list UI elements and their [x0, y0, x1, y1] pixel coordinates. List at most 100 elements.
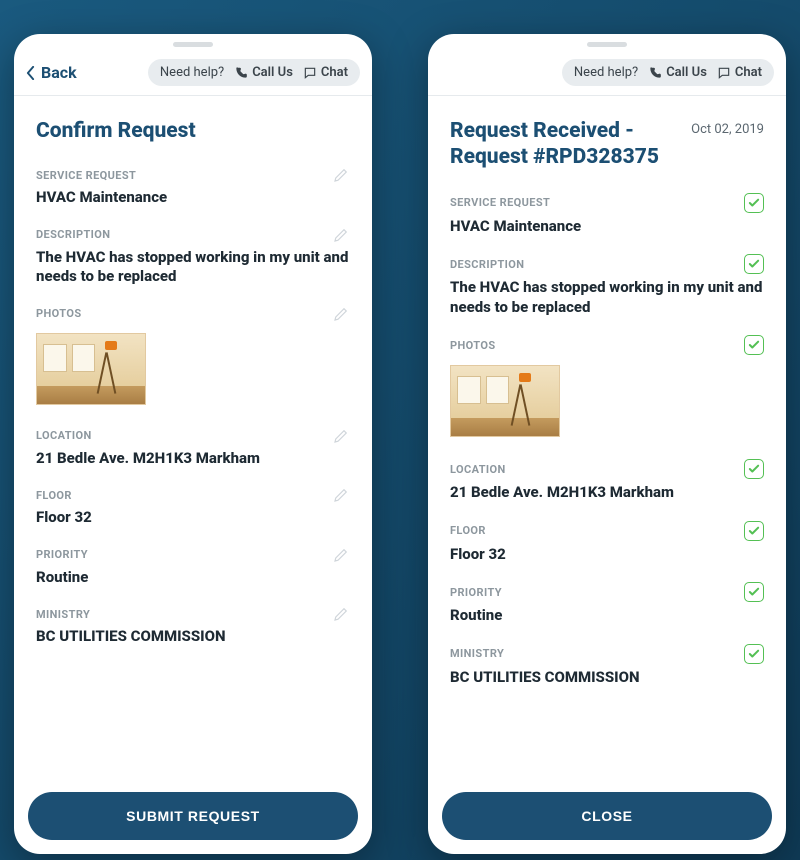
check-service-request — [744, 193, 764, 213]
pencil-icon — [332, 427, 350, 445]
photo-thumbnail[interactable] — [450, 365, 560, 437]
page-title: Request Received - Request #RPD328375 — [450, 118, 680, 171]
label-priority: PRIORITY — [36, 548, 88, 561]
chevron-left-icon — [26, 66, 35, 80]
pencil-icon — [332, 305, 350, 323]
call-us-label: Call Us — [666, 65, 707, 80]
value-priority: Routine — [36, 568, 350, 588]
chat-label: Chat — [321, 65, 348, 80]
check-icon — [748, 649, 760, 659]
label-ministry: MINISTRY — [36, 608, 90, 621]
check-location — [744, 459, 764, 479]
call-us-label: Call Us — [252, 65, 293, 80]
edit-ministry-button[interactable] — [332, 605, 350, 623]
section-location: LOCATION 21 Bedle Ave. M2H1K3 Markham — [36, 427, 350, 469]
check-priority — [744, 582, 764, 602]
value-description: The HVAC has stopped working in my unit … — [36, 248, 350, 287]
phone-received: Need help? Call Us Chat Request Received… — [428, 34, 786, 854]
close-button[interactable]: CLOSE — [442, 792, 772, 840]
check-ministry — [744, 644, 764, 664]
check-floor — [744, 521, 764, 541]
section-ministry: MINISTRY BC UTILITIES COMMISSION — [36, 605, 350, 647]
value-floor: Floor 32 — [450, 545, 764, 565]
value-ministry: BC UTILITIES COMMISSION — [450, 668, 764, 688]
section-ministry: MINISTRY BC UTILITIES COMMISSION — [450, 644, 764, 688]
value-floor: Floor 32 — [36, 508, 350, 528]
content-received: Request Received - Request #RPD328375 Oc… — [428, 96, 786, 778]
section-photos: PHOTOS — [36, 305, 350, 409]
check-icon — [748, 259, 760, 269]
label-photos: PHOTOS — [450, 339, 496, 352]
section-floor: FLOOR Floor 32 — [450, 521, 764, 565]
label-floor: FLOOR — [36, 489, 72, 502]
chat-label: Chat — [735, 65, 762, 80]
help-chip: Need help? Call Us Chat — [148, 59, 360, 86]
label-service-request: SERVICE REQUEST — [450, 196, 550, 209]
label-photos: PHOTOS — [36, 307, 82, 320]
top-bar: Need help? Call Us Chat — [428, 50, 786, 96]
value-location: 21 Bedle Ave. M2H1K3 Markham — [36, 449, 350, 469]
check-icon — [748, 198, 760, 208]
pencil-icon — [332, 226, 350, 244]
check-icon — [748, 464, 760, 474]
pencil-icon — [332, 605, 350, 623]
edit-location-button[interactable] — [332, 427, 350, 445]
help-chip: Need help? Call Us Chat — [562, 59, 774, 86]
chat-button[interactable]: Chat — [717, 65, 762, 80]
edit-service-request-button[interactable] — [332, 166, 350, 184]
call-us-button[interactable]: Call Us — [234, 65, 293, 80]
chat-button[interactable]: Chat — [303, 65, 348, 80]
footer: SUBMIT REQUEST — [14, 778, 372, 854]
page-title: Confirm Request — [36, 118, 350, 144]
section-description: DESCRIPTION The HVAC has stopped working… — [450, 254, 764, 317]
edit-priority-button[interactable] — [332, 546, 350, 564]
phone-notch — [173, 42, 213, 47]
label-location: LOCATION — [36, 429, 92, 442]
pencil-icon — [332, 486, 350, 504]
value-service-request: HVAC Maintenance — [450, 217, 764, 237]
edit-photos-button[interactable] — [332, 305, 350, 323]
call-us-button[interactable]: Call Us — [648, 65, 707, 80]
photo-thumbnail[interactable] — [36, 333, 146, 405]
label-ministry: MINISTRY — [450, 647, 504, 660]
section-service-request: SERVICE REQUEST HVAC Maintenance — [450, 193, 764, 237]
request-date: Oct 02, 2019 — [691, 118, 764, 137]
phone-icon — [648, 66, 662, 80]
section-priority: PRIORITY Routine — [450, 582, 764, 626]
edit-description-button[interactable] — [332, 226, 350, 244]
top-bar: Back Need help? Call Us Chat — [14, 50, 372, 96]
value-service-request: HVAC Maintenance — [36, 188, 350, 208]
phone-confirm: Back Need help? Call Us Chat Confirm Req… — [14, 34, 372, 854]
screenshot-stage: Back Need help? Call Us Chat Confirm Req… — [0, 0, 800, 860]
value-priority: Routine — [450, 606, 764, 626]
pencil-icon — [332, 166, 350, 184]
phone-icon — [234, 66, 248, 80]
label-priority: PRIORITY — [450, 586, 502, 599]
label-service-request: SERVICE REQUEST — [36, 169, 136, 182]
content-confirm: Confirm Request SERVICE REQUEST HVAC Mai… — [14, 96, 372, 778]
label-description: DESCRIPTION — [450, 258, 524, 271]
phone-notch — [587, 42, 627, 47]
edit-floor-button[interactable] — [332, 486, 350, 504]
section-floor: FLOOR Floor 32 — [36, 486, 350, 528]
section-photos: PHOTOS — [450, 335, 764, 441]
chat-icon — [303, 66, 317, 80]
check-photos — [744, 335, 764, 355]
back-button[interactable]: Back — [26, 63, 77, 82]
check-icon — [748, 587, 760, 597]
section-priority: PRIORITY Routine — [36, 546, 350, 588]
need-help-label: Need help? — [574, 65, 638, 80]
check-description — [744, 254, 764, 274]
label-floor: FLOOR — [450, 524, 486, 537]
check-icon — [748, 340, 760, 350]
label-description: DESCRIPTION — [36, 228, 110, 241]
section-description: DESCRIPTION The HVAC has stopped working… — [36, 226, 350, 287]
value-ministry: BC UTILITIES COMMISSION — [36, 627, 350, 647]
submit-request-button[interactable]: SUBMIT REQUEST — [28, 792, 358, 840]
chat-icon — [717, 66, 731, 80]
section-location: LOCATION 21 Bedle Ave. M2H1K3 Markham — [450, 459, 764, 503]
need-help-label: Need help? — [160, 65, 224, 80]
value-description: The HVAC has stopped working in my unit … — [450, 278, 764, 317]
pencil-icon — [332, 546, 350, 564]
check-icon — [748, 526, 760, 536]
